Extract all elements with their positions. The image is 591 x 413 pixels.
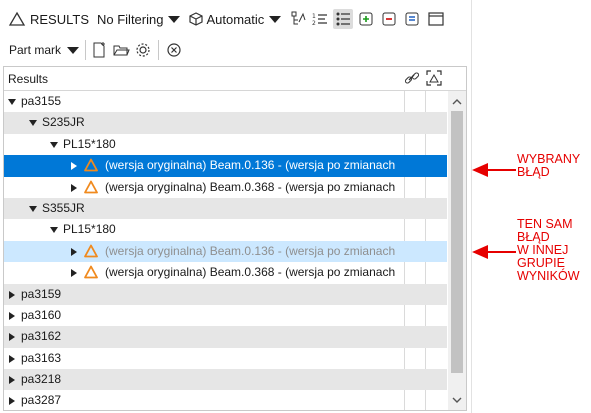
tree-row-label: S355JR [42, 200, 85, 215]
chevron-down-icon[interactable] [67, 46, 80, 54]
tree-row-label: (wersja oryginalna) Beam.0.368 - (wersja… [105, 179, 396, 194]
filter-dropdown[interactable]: No Filtering [97, 12, 163, 27]
expand-arrow-icon[interactable] [9, 333, 15, 342]
focus-frame-icon[interactable] [425, 69, 443, 87]
tree-row-label: pa3163 [21, 350, 62, 365]
expand-arrow-icon[interactable] [9, 290, 15, 299]
part-mark-toolbar: Part mark [0, 36, 472, 64]
hierarchy-icon[interactable] [289, 10, 307, 28]
results-column-header[interactable]: Results [8, 72, 48, 86]
svg-text:2: 2 [312, 20, 316, 27]
results-warning-icon [8, 10, 26, 28]
tree-row-label: pa3162 [21, 329, 62, 344]
tree-row-result[interactable]: (wersja oryginalna) Beam.0.368 - (wersja… [4, 262, 447, 283]
tree-row-profile[interactable]: PL15*180 [4, 134, 447, 155]
tree-row-material[interactable]: S235JR [4, 112, 447, 134]
annotation-line: BŁĄD [517, 165, 550, 179]
tree-row-label: pa3287 [21, 393, 62, 408]
scroll-up-arrow-icon[interactable] [448, 94, 466, 110]
tree-row-result-linked[interactable]: (wersja oryginalna) Beam.0.136 - (wersja… [4, 240, 447, 263]
vertical-scrollbar[interactable] [448, 91, 466, 410]
tree-row-result-selected[interactable]: (wersja oryginalna) Beam.0.136 - (wersja… [4, 155, 447, 177]
results-title: RESULTS [30, 11, 89, 27]
toolbar-divider [158, 40, 160, 60]
tree-row-label: (wersja oryginalna) Beam.0.136 - (wersja… [105, 243, 396, 258]
tree-row-label: PL15*180 [63, 222, 116, 237]
tree-row-label: (wersja oryginalna) Beam.0.136 - (wersja… [105, 158, 396, 173]
open-folder-icon[interactable] [112, 41, 130, 59]
remove-item-icon[interactable] [380, 10, 398, 28]
add-item-icon[interactable] [357, 10, 375, 28]
tree-row-label: pa3160 [21, 307, 62, 322]
sorted-list-icon[interactable]: 12 [311, 10, 329, 28]
expand-arrow-icon[interactable] [71, 183, 77, 192]
annotation-same-error: TEN SAM BŁĄD W INNEJ GRUPIE WYNIKÓW [517, 218, 580, 283]
annotation-selected-error: WYBRANY BŁĄD [517, 153, 580, 179]
tree-row-part[interactable]: pa3162 [4, 326, 447, 348]
expand-arrow-icon[interactable] [71, 269, 77, 278]
chevron-down-icon[interactable] [269, 15, 282, 23]
warning-triangle-icon [84, 180, 98, 193]
annotation-arrow-icon [472, 245, 516, 259]
expand-arrow-icon[interactable] [29, 205, 37, 212]
annotation-line: WYNIKÓW [517, 269, 580, 283]
new-file-icon[interactable] [90, 41, 108, 59]
tree-row-part[interactable]: pa3287 [4, 390, 447, 411]
svg-text:1: 1 [312, 13, 316, 20]
results-tree-header: Results [4, 67, 466, 91]
results-rows: pa3155 S235JR PL15*180 (wersja oryginaln… [4, 91, 447, 412]
expand-arrow-icon[interactable] [9, 376, 15, 385]
list-icon[interactable] [403, 10, 421, 28]
close-circle-icon[interactable] [165, 41, 183, 59]
chevron-down-icon[interactable] [168, 15, 181, 23]
tree-row-label: PL15*180 [63, 136, 116, 151]
expand-arrow-icon[interactable] [9, 311, 15, 320]
warning-triangle-icon [84, 244, 98, 258]
annotation-arrow-icon [472, 163, 516, 177]
results-toolbar: RESULTS No Filtering Automatic 12 [0, 4, 472, 34]
expand-arrow-icon[interactable] [71, 247, 77, 256]
expand-arrow-icon[interactable] [9, 354, 15, 363]
tree-row-part[interactable]: pa3159 [4, 283, 447, 305]
tree-row-part[interactable]: pa3163 [4, 348, 447, 369]
results-tree: Results pa3155 S235JR PL15*180 (wersja o… [3, 66, 467, 411]
results-panel: RESULTS No Filtering Automatic 12 Part m… [0, 0, 472, 413]
scrollbar-thumb[interactable] [451, 111, 463, 373]
tree-row-profile[interactable]: PL15*180 [4, 219, 447, 240]
part-mark-dropdown[interactable]: Part mark [9, 43, 61, 57]
tree-row-label: S235JR [42, 115, 85, 130]
tree-row-part[interactable]: pa3155 [4, 91, 447, 112]
window-icon[interactable] [427, 10, 445, 28]
grouping-icon[interactable] [333, 9, 354, 29]
expand-arrow-icon[interactable] [50, 141, 58, 148]
warning-triangle-icon [84, 158, 98, 172]
tree-row-label: pa3159 [21, 286, 62, 301]
expand-arrow-icon[interactable] [71, 162, 77, 171]
tree-row-label: pa3218 [21, 372, 62, 387]
mode-dropdown[interactable]: Automatic [206, 12, 264, 27]
expand-arrow-icon[interactable] [29, 120, 37, 127]
toolbar-divider [85, 40, 87, 60]
expand-arrow-icon[interactable] [9, 397, 15, 406]
tree-row-result[interactable]: (wersja oryginalna) Beam.0.368 - (wersja… [4, 177, 447, 198]
warning-triangle-icon [84, 265, 98, 279]
tree-row-label: pa3155 [21, 94, 62, 108]
cube-icon [187, 10, 205, 28]
scroll-down-arrow-icon[interactable] [448, 392, 466, 408]
tree-row-part[interactable]: pa3160 [4, 305, 447, 326]
expand-arrow-icon[interactable] [8, 99, 16, 105]
expand-arrow-icon[interactable] [50, 227, 58, 234]
tree-row-part[interactable]: pa3218 [4, 369, 447, 391]
link-icon[interactable] [403, 69, 421, 87]
tree-row-label: (wersja oryginalna) Beam.0.368 - (wersja… [105, 265, 396, 280]
settings-gear-icon[interactable] [134, 41, 152, 59]
tree-row-material[interactable]: S355JR [4, 197, 447, 220]
